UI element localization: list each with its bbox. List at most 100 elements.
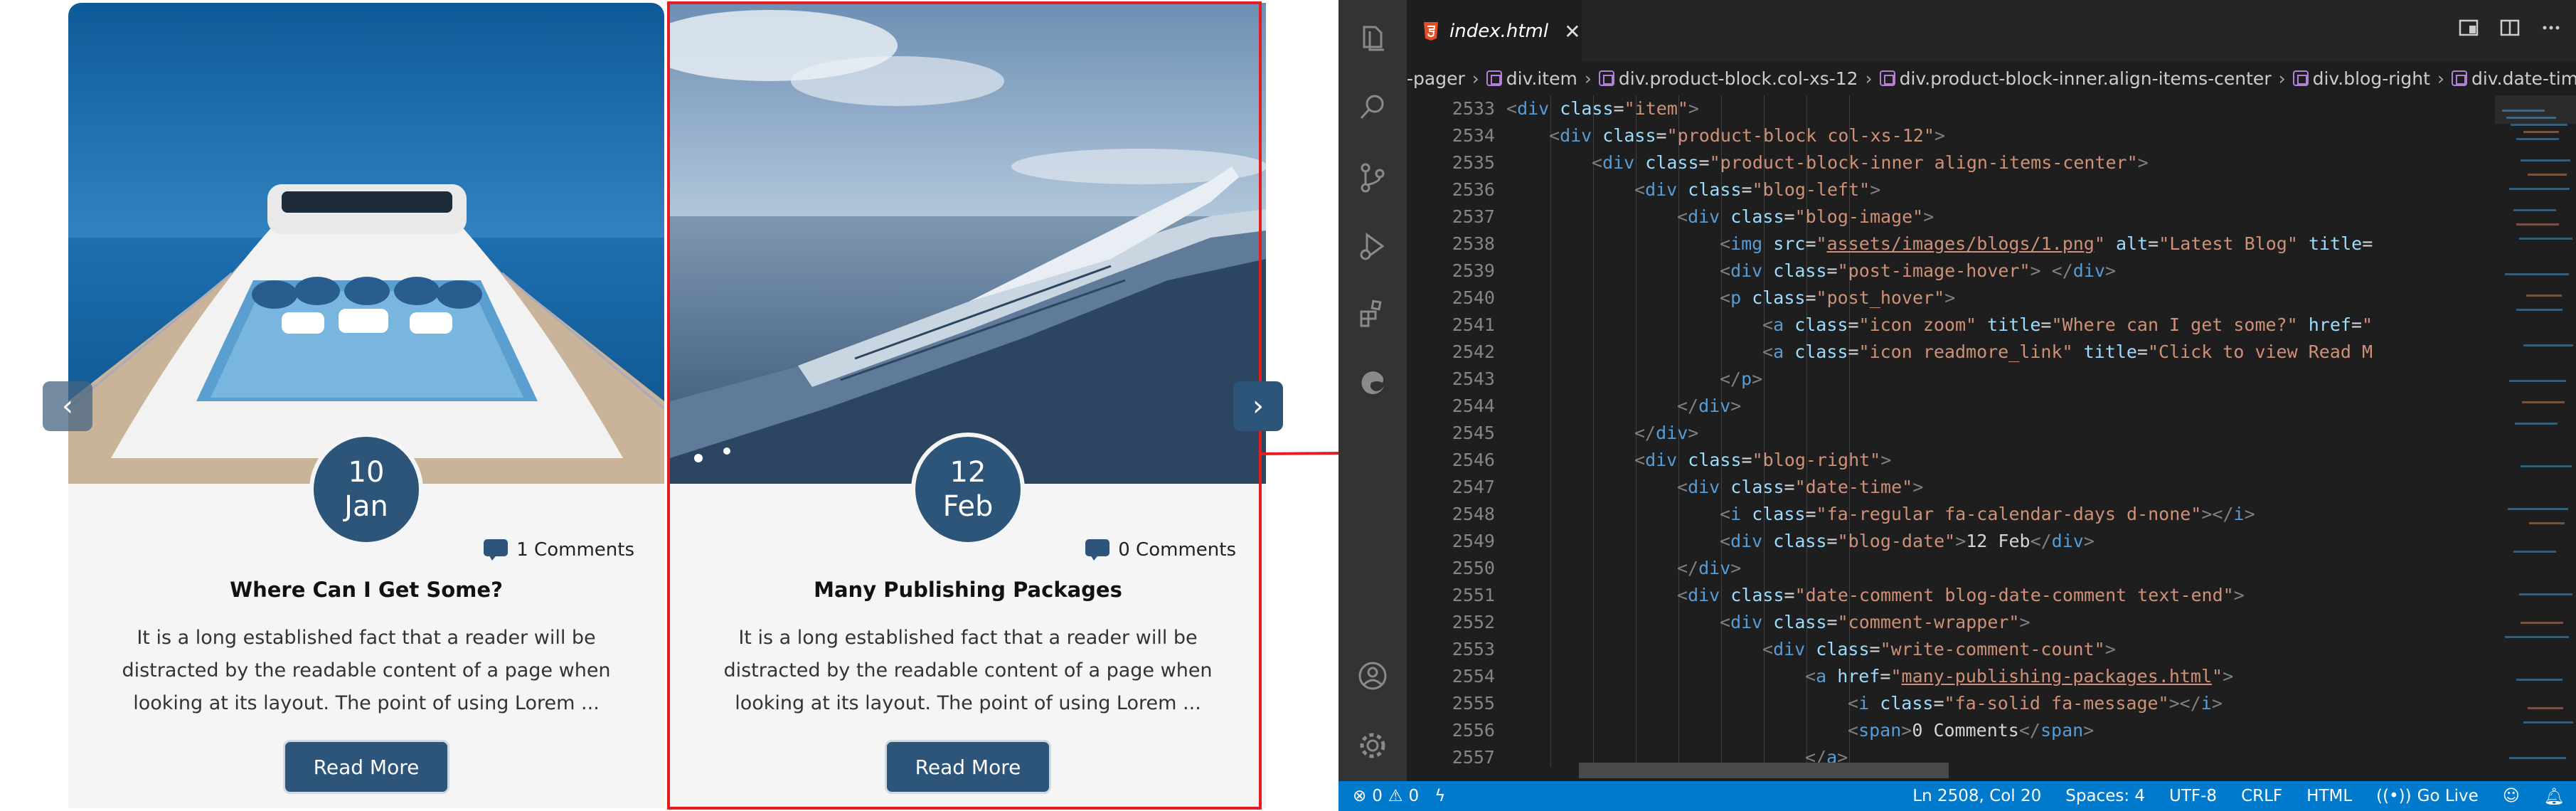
carousel-prev-button[interactable]: ‹ [43, 381, 92, 431]
code-line[interactable]: 2544 </div> [1407, 393, 2495, 420]
line-number: 2557 [1452, 747, 1495, 767]
activity-bar [1338, 0, 1407, 781]
extensions-icon[interactable] [1356, 297, 1390, 332]
code-line[interactable]: 2557 </a> [1407, 744, 2495, 767]
code-line[interactable]: 2539 <div class="post-image-hover"> </div… [1407, 258, 2495, 285]
code-line[interactable]: 2551 <div class="date-comment blog-date-c… [1407, 582, 2495, 609]
account-icon[interactable] [1356, 659, 1390, 693]
blog-carousel: 10 Jan 1 Comments Where Can I Get Some? … [0, 0, 1323, 811]
code-line[interactable]: 2538 <img src="assets/images/blogs/1.png"… [1407, 230, 2495, 258]
code-line[interactable]: 2534 <div class="product-block col-xs-12"… [1407, 122, 2495, 149]
code-editor[interactable]: 2533 <div class="item"> 2534 <div class="pr… [1407, 95, 2495, 767]
code-text: <a class="icon readmore_link" title="Cli… [1762, 341, 2373, 362]
run-debug-icon[interactable] [1356, 229, 1390, 263]
breadcrumb-item[interactable]: div.product-block-inner.align-items-cent… [1879, 68, 2272, 89]
read-more-button[interactable]: Read More [283, 740, 449, 794]
blog-title[interactable]: Where Can I Get Some? [68, 578, 664, 602]
code-text: <i class="fa-solid fa-message"></i> [1848, 693, 2223, 714]
breadcrumb-item[interactable]: div.blog-right [2292, 68, 2430, 89]
element-icon [2451, 70, 2467, 86]
horizontal-scrollbar[interactable] [1579, 763, 1949, 778]
explorer-icon[interactable] [1356, 21, 1390, 55]
superyacht-image [670, 3, 1266, 484]
line-number: 2544 [1452, 396, 1495, 416]
search-icon[interactable] [1356, 90, 1390, 124]
bell-icon[interactable]: 🔔︎ [2544, 787, 2565, 806]
chevron-right-icon: › [2437, 68, 2444, 89]
source-control-icon[interactable] [1356, 161, 1390, 195]
code-text: <a class="icon zoom" title="Where can I … [1762, 314, 2373, 335]
code-text: <div class="blog-left"> [1634, 179, 1881, 200]
code-line[interactable]: 2553 <div class="write-comment-count"> [1407, 636, 2495, 663]
edge-devtools-icon[interactable] [1356, 366, 1390, 400]
chevron-right-icon: › [1252, 390, 1264, 423]
close-icon[interactable]: ✕ [1564, 20, 1580, 43]
code-line[interactable]: 2552 <div class="comment-wrapper"> [1407, 609, 2495, 636]
comment-count-link[interactable]: 0 Comments [1085, 539, 1236, 561]
encoding[interactable]: UTF-8 [2169, 787, 2217, 805]
problems-indicator[interactable]: ⊗ 0 ⚠ 0 [1353, 787, 1419, 805]
tab-index-html[interactable]: index.html ✕ [1407, 0, 1582, 61]
blog-image[interactable] [68, 3, 664, 484]
code-text: <div class="post-image-hover"> </div> [1720, 260, 2116, 281]
line-number: 2554 [1452, 666, 1495, 687]
breadcrumb: -pager › div.item › div.product-block.co… [1407, 61, 2576, 95]
cursor-position[interactable]: Ln 2508, Col 20 [1912, 787, 2041, 805]
go-live-button[interactable]: ((•)) Go Live [2376, 787, 2479, 805]
code-line[interactable]: 2535 <div class="product-block-inner alig… [1407, 149, 2495, 176]
code-line[interactable]: 2547 <div class="date-time"> [1407, 474, 2495, 501]
code-line[interactable]: 2555 <i class="fa-solid fa-message"></i> [1407, 690, 2495, 717]
editor-tab-bar: index.html ✕ [1407, 0, 2576, 61]
code-line[interactable]: 2556 <span>0 Comments</span> [1407, 717, 2495, 744]
warning-icon: ⚠ [1388, 787, 1403, 805]
line-number: 2553 [1452, 639, 1495, 659]
comment-count: 0 Comments [1118, 539, 1236, 561]
breadcrumb-item[interactable]: div.item [1486, 68, 1577, 89]
line-number: 2551 [1452, 585, 1495, 605]
code-text: <div class="blog-right"> [1634, 450, 1892, 470]
code-line[interactable]: 2541 <a class="icon zoom" title="Where ca… [1407, 312, 2495, 339]
chevron-right-icon: › [1584, 68, 1592, 89]
code-line[interactable]: 2550 </div> [1407, 555, 2495, 582]
code-text: <div class="blog-date">12 Feb</div> [1720, 531, 2095, 551]
code-line[interactable]: 2554 <a href="many-publishing-packages.ht… [1407, 663, 2495, 690]
line-number: 2552 [1452, 612, 1495, 632]
breadcrumb-item[interactable]: div.date-time [2451, 68, 2576, 89]
code-line[interactable]: 2545 </div> [1407, 420, 2495, 447]
line-ending[interactable]: CRLF [2241, 787, 2282, 805]
minimap[interactable] [2495, 95, 2576, 781]
comment-count-link[interactable]: 1 Comments [484, 539, 634, 561]
code-text: <div class="comment-wrapper"> [1720, 612, 2031, 632]
line-number: 2536 [1452, 179, 1495, 200]
more-actions-icon[interactable] [2540, 17, 2562, 43]
editor-actions [2458, 17, 2562, 43]
code-text: <div class="product-block col-xs-12"> [1549, 125, 1945, 146]
carousel-next-button[interactable]: › [1233, 381, 1283, 431]
breadcrumb-item[interactable]: div.product-block.col-xs-12 [1598, 68, 1858, 89]
error-icon: ⊗ [1353, 787, 1367, 805]
blog-title[interactable]: Many Publishing Packages [670, 578, 1266, 602]
open-preview-icon[interactable] [2458, 17, 2479, 43]
breadcrumb-item[interactable]: -pager [1407, 68, 1465, 89]
split-editor-icon[interactable] [2499, 17, 2521, 43]
line-number: 2547 [1452, 477, 1495, 497]
code-line[interactable]: 2543 </p> [1407, 366, 2495, 393]
code-text: </div> [1677, 396, 1742, 416]
code-line[interactable]: 2537 <div class="blog-image"> [1407, 203, 2495, 230]
code-line[interactable]: 2548 <i class="fa-regular fa-calendar-day… [1407, 501, 2495, 528]
code-line[interactable]: 2546 <div class="blog-right"> [1407, 447, 2495, 474]
code-line[interactable]: 2533 <div class="item"> [1407, 95, 2495, 122]
code-text: <img src="assets/images/blogs/1.png" alt… [1720, 233, 2373, 254]
read-more-button[interactable]: Read More [885, 740, 1051, 794]
blog-image[interactable] [670, 3, 1266, 484]
code-line[interactable]: 2536 <div class="blog-left"> [1407, 176, 2495, 203]
lightning-icon[interactable]: ϟ [1435, 787, 1445, 805]
line-number: 2556 [1452, 720, 1495, 741]
code-line[interactable]: 2540 <p class="post_hover"> [1407, 285, 2495, 312]
settings-gear-icon[interactable] [1356, 728, 1390, 763]
language-mode[interactable]: HTML [2306, 787, 2352, 805]
code-line[interactable]: 2549 <div class="blog-date">12 Feb</div> [1407, 528, 2495, 555]
code-line[interactable]: 2542 <a class="icon readmore_link" title=… [1407, 339, 2495, 366]
feedback-icon[interactable]: ☺ [2503, 787, 2520, 805]
indentation[interactable]: Spaces: 4 [2065, 787, 2145, 805]
